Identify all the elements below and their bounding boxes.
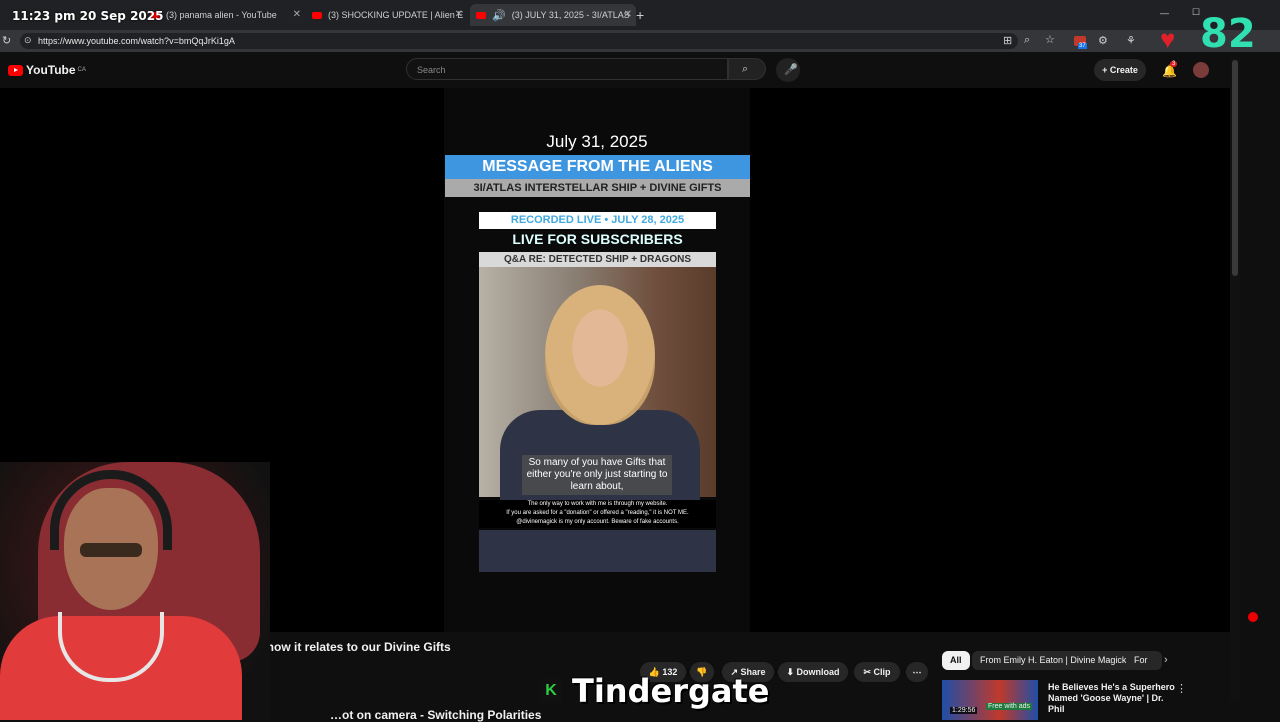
heart-icon: ♥ xyxy=(1160,24,1176,54)
clip-button[interactable]: ✂ Clip xyxy=(854,662,900,682)
sunglasses xyxy=(80,543,142,557)
youtube-play-icon xyxy=(8,64,23,76)
sidebar-icon[interactable]: ⚘ xyxy=(1126,34,1136,47)
video-caption: So many of you have Gifts that either yo… xyxy=(522,455,672,495)
download-label: Download xyxy=(796,667,840,677)
plus-icon: + xyxy=(1102,65,1110,75)
extensions-puzzle-icon[interactable]: ⚙ xyxy=(1098,34,1108,47)
video-speaker-image-lower xyxy=(479,530,716,572)
suggestion-menu-icon[interactable]: ⋮ xyxy=(1176,682,1187,695)
brand-text: Tindergate xyxy=(572,672,770,710)
disclaimer-line: @divinemagick is my only account. Beware… xyxy=(516,519,679,525)
disclaimer-line: The only way to work with me is through … xyxy=(527,501,668,507)
search-icon: ⌕ xyxy=(742,63,749,75)
kick-logo-icon: K xyxy=(540,679,562,703)
suggestion-thumbnail[interactable] xyxy=(942,680,1038,720)
browser-tab-1[interactable]: (3) panama alien - YouTube ✕ xyxy=(150,4,305,26)
search-placeholder: Search xyxy=(417,65,446,75)
video-title: and how it relates to our Divine Gifts xyxy=(242,640,451,654)
video-qa-label: Q&A RE: DETECTED SHIP + DRAGONS xyxy=(479,252,716,267)
suggestion-title[interactable]: He Believes He's a Superhero Named 'Goos… xyxy=(1048,682,1178,715)
search-input[interactable]: Search xyxy=(406,58,728,80)
minimize-icon[interactable]: — xyxy=(1160,8,1169,18)
more-icon: ⋯ xyxy=(912,667,922,677)
youtube-favicon-icon xyxy=(476,11,486,19)
maximize-icon[interactable]: ☐ xyxy=(1192,7,1200,18)
tab-title: (3) SHOCKING UPDATE | Alien E xyxy=(328,10,464,20)
suggestion-badge: Free with ads xyxy=(986,703,1033,710)
download-icon: ⬇ xyxy=(786,667,797,677)
bookmark-star-icon[interactable]: ☆ xyxy=(1045,33,1055,46)
reload-icon[interactable]: ↻ xyxy=(2,34,11,47)
install-app-icon[interactable]: ⊞ xyxy=(1003,34,1012,47)
disclaimer-line: If you are asked for a "donation" or off… xyxy=(506,510,689,516)
create-label: Create xyxy=(1109,65,1138,75)
live-dot-icon xyxy=(1248,612,1258,622)
search-button[interactable]: ⌕ xyxy=(728,58,766,80)
brand-overlay: K Tindergate xyxy=(540,672,769,710)
video-banner-title: MESSAGE FROM THE ALIENS xyxy=(445,155,750,179)
browser-tab-2[interactable]: (3) SHOCKING UPDATE | Alien E ✕ xyxy=(312,4,467,26)
video-recorded-label: RECORDED LIVE • JULY 28, 2025 xyxy=(479,212,716,229)
tab-title: (3) panama alien - YouTube xyxy=(166,10,277,20)
download-button[interactable]: ⬇ Download xyxy=(778,662,848,682)
tab-title: (3) JULY 31, 2025 - 3I/ATLAS xyxy=(511,10,630,20)
browser-tab-active[interactable]: 🔊 (3) JULY 31, 2025 - 3I/ATLAS ✕ xyxy=(470,4,636,26)
mic-icon: 🎤 xyxy=(784,64,798,76)
scrollbar-thumb[interactable] xyxy=(1232,60,1238,276)
stream-counter: 82 xyxy=(1200,11,1256,57)
speaker-icon: 🔊 xyxy=(492,9,506,22)
video-live-label: LIVE FOR SUBSCRIBERS xyxy=(512,231,683,247)
chip-all[interactable]: All xyxy=(942,651,970,670)
suggestion-duration: 1:29:56 xyxy=(950,707,978,714)
url-text: https://www.youtube.com/watch?v=bmQqJrKi… xyxy=(38,36,235,46)
more-actions-button[interactable]: ⋯ xyxy=(906,662,928,682)
site-info-icon[interactable]: ⊙ xyxy=(24,35,32,46)
youtube-logo-text: YouTube xyxy=(26,63,76,77)
chip-for-you[interactable]: For y xyxy=(1126,651,1162,670)
voice-search-button[interactable]: 🎤 xyxy=(776,58,800,82)
video-banner-subtitle: 3I/ATLAS INTERSTELLAR SHIP + DIVINE GIFT… xyxy=(445,179,750,197)
clip-label: Clip xyxy=(873,667,891,677)
chip-from-channel[interactable]: From Emily H. Eaton | Divine Magick xyxy=(972,651,1135,670)
scissors-icon: ✂ xyxy=(863,667,874,677)
speaker-head xyxy=(545,285,655,425)
stream-clock: 11:23 pm 20 Sep 2025 xyxy=(12,9,164,23)
close-tab-icon[interactable]: ✕ xyxy=(624,9,632,20)
youtube-logo[interactable]: YouTube CA xyxy=(8,63,86,77)
close-tab-icon[interactable]: ✕ xyxy=(293,9,301,20)
video-date: July 31, 2025 xyxy=(546,132,648,151)
region-code: CA xyxy=(77,67,86,73)
extension-badge: 37 xyxy=(1078,43,1087,49)
create-button[interactable]: + Create xyxy=(1094,59,1146,81)
video-disclaimer: The only way to work with me is through … xyxy=(479,500,716,528)
new-tab-icon[interactable]: + xyxy=(636,7,644,23)
zoom-icon[interactable]: ⌕ xyxy=(1024,34,1030,47)
chevron-right-icon[interactable]: › xyxy=(1164,654,1168,666)
avatar[interactable] xyxy=(1193,62,1209,78)
url-field[interactable]: https://www.youtube.com/watch?v=bmQqJrKi… xyxy=(20,33,1018,49)
youtube-favicon-icon xyxy=(312,11,322,19)
close-tab-icon[interactable]: ✕ xyxy=(455,9,463,20)
